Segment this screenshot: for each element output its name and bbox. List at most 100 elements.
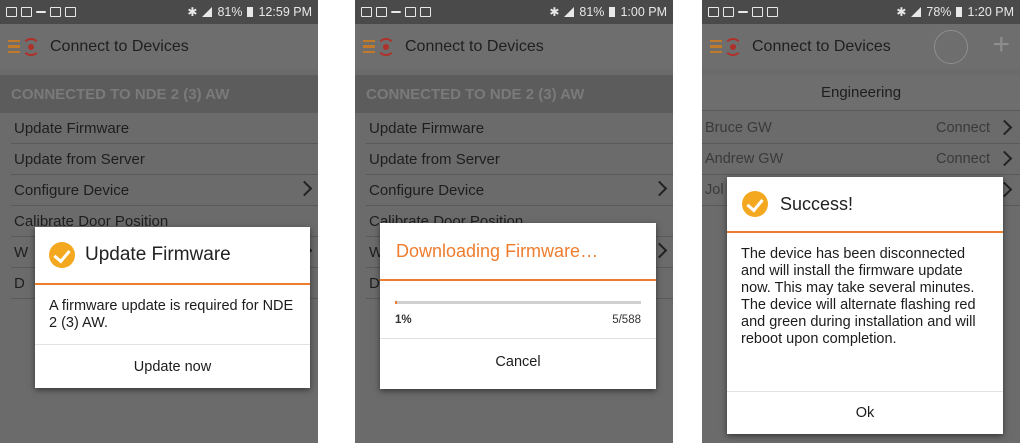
phone-screen-update-prompt: ✱ 81% 12:59 PM Connect to Devices CONNEC… [0,0,318,443]
download-progress-fill [395,301,398,304]
battery-icon [956,7,963,17]
progress-count: 5/588 [612,314,641,326]
app-logo-icon[interactable] [710,36,748,58]
download-notification-icon [50,7,61,17]
minus-notification-icon [36,11,46,13]
store-notification-icon [767,7,778,17]
menu-item-update-firmware[interactable]: Update Firmware [11,113,318,144]
minus-notification-icon [391,11,401,13]
phone-screen-downloading: ✱ 81% 1:00 PM Connect to Devices CONNECT… [355,0,673,443]
dialog-header: Downloading Firmware… [380,223,656,281]
update-firmware-dialog: Update Firmware A firmware update is req… [35,227,310,388]
menu-item-update-from-server[interactable]: Update from Server [11,144,318,175]
battery-percent: 78% [926,5,952,19]
menu-item-update-from-server[interactable]: Update from Server [366,144,673,175]
signal-icon [911,7,922,17]
checkmark-icon [742,191,768,217]
status-bar: ✱ 81% 12:59 PM [0,0,318,24]
app-bar-title: Connect to Devices [752,37,891,55]
menu-item-configure-device[interactable]: Configure Device [366,175,673,206]
bluetooth-icon: ✱ [187,5,198,19]
connected-banner: CONNECTED TO NDE 2 (3) AW [355,75,673,113]
message-notification-icon [376,7,387,17]
cancel-button[interactable]: Cancel [380,338,656,384]
chevron-right-icon [296,180,313,197]
connect-label[interactable]: Connect [936,151,990,167]
gallery-notification-icon [361,7,372,17]
chevron-right-icon [996,150,1013,167]
notification-icons [6,7,76,17]
signal-icon [564,7,575,17]
menu-item-label: D [369,274,380,292]
menu-item-label: Update Firmware [14,119,130,137]
store-notification-icon [65,7,76,17]
dialog-header: Success! [727,177,1003,233]
dialog-title: Success! [780,193,854,214]
screenshot-collage: ✱ 81% 12:59 PM Connect to Devices CONNEC… [0,0,1020,443]
download-notification-icon [752,7,763,17]
menu-item-label: Update Firmware [369,119,485,137]
app-logo-icon[interactable] [8,36,46,58]
loading-spinner-icon [934,30,968,64]
dialog-title: Update Firmware [85,244,231,265]
success-dialog: Success! The device has been disconnecte… [727,177,1003,434]
app-logo-icon[interactable] [363,36,401,58]
app-bar: Connect to Devices [355,24,673,69]
clock: 1:20 PM [967,5,1014,19]
menu-item-label: Update from Server [369,150,500,168]
dialog-message: A firmware update is required for NDE 2 … [49,298,294,331]
clock: 1:00 PM [620,5,667,19]
downloading-firmware-dialog: Downloading Firmware… 1% 5/588 Cancel [380,223,656,389]
dialog-message: The device has been disconnected and wil… [741,246,976,347]
minus-notification-icon [738,11,748,13]
notification-icons [708,7,778,17]
app-bar: Connect to Devices + [702,24,1020,69]
app-bar-title: Connect to Devices [50,37,189,55]
battery-percent: 81% [579,5,605,19]
group-header: Engineering [702,75,1020,111]
dialog-title: Downloading Firmware… [396,240,599,261]
connected-banner: CONNECTED TO NDE 2 (3) AW [0,75,318,113]
signal-icon [202,7,213,17]
device-row[interactable]: Bruce GW Connect [702,113,1020,144]
notification-icons [361,7,431,17]
status-bar: ✱ 78% 1:20 PM [702,0,1020,24]
status-bar: ✱ 81% 1:00 PM [355,0,673,24]
device-name: Jol [705,182,724,198]
connect-label[interactable]: Connect [936,120,990,136]
dialog-header: Update Firmware [35,227,310,285]
store-notification-icon [420,7,431,17]
clock: 12:59 PM [258,5,312,19]
add-device-icon[interactable]: + [992,28,1010,62]
device-name: Andrew GW [705,151,784,167]
menu-item-update-firmware[interactable]: Update Firmware [366,113,673,144]
download-notification-icon [405,7,416,17]
checkmark-icon [49,242,75,268]
menu-item-configure-device[interactable]: Configure Device [11,175,318,206]
ok-button[interactable]: Ok [727,391,1003,434]
menu-item-label: Update from Server [14,150,145,168]
menu-item-label: D [14,274,25,292]
chevron-right-icon [996,119,1013,136]
menu-item-label: W [14,243,29,261]
bluetooth-icon: ✱ [549,5,560,19]
progress-percent: 1% [395,314,412,326]
app-bar-title: Connect to Devices [405,37,544,55]
battery-icon [247,7,254,17]
bluetooth-icon: ✱ [896,5,907,19]
update-now-button[interactable]: Update now [35,344,310,388]
gallery-notification-icon [6,7,17,17]
menu-item-label: Configure Device [369,181,485,199]
device-name: Bruce GW [705,120,772,136]
message-notification-icon [21,7,32,17]
app-bar: Connect to Devices [0,24,318,69]
battery-icon [609,7,616,17]
download-progress-bar [395,301,641,304]
chevron-right-icon [651,180,668,197]
gallery-notification-icon [708,7,719,17]
menu-item-label: Configure Device [14,181,130,199]
progress-readout: 1% 5/588 [380,304,656,338]
message-notification-icon [723,7,734,17]
device-row[interactable]: Andrew GW Connect [702,144,1020,175]
battery-percent: 81% [217,5,243,19]
